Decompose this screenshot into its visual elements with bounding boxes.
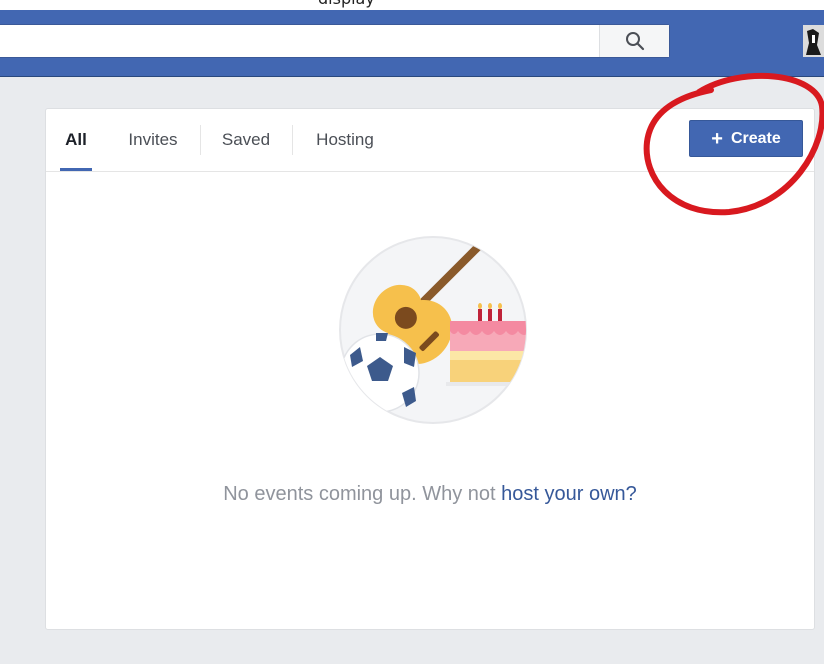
caption-text: display (318, 0, 375, 8)
search-button[interactable] (599, 25, 669, 57)
search-icon (625, 32, 644, 51)
caption-strip: display (0, 0, 824, 10)
events-tab-bar: All Invites Saved Hosting + Create (46, 109, 814, 172)
events-illustration (339, 236, 527, 424)
tab-divider (200, 125, 201, 155)
tab-hosting[interactable]: Hosting (310, 109, 380, 171)
search-input[interactable] (0, 24, 670, 58)
top-navigation-bar (0, 10, 824, 77)
soccer-ball-icon (340, 333, 420, 413)
tab-invites[interactable]: Invites (124, 109, 182, 171)
tab-label: All (65, 130, 87, 149)
create-event-button[interactable]: + Create (689, 120, 803, 157)
tab-divider (292, 125, 293, 155)
tab-label: Hosting (316, 130, 374, 149)
tab-saved[interactable]: Saved (216, 109, 276, 171)
host-your-own-link[interactable]: host your own? (501, 483, 637, 505)
plus-icon: + (711, 127, 723, 150)
create-button-label: Create (730, 129, 781, 147)
profile-avatar-icon (803, 25, 824, 57)
events-card: All Invites Saved Hosting + Create No ev… (45, 108, 815, 630)
tab-label: Invites (128, 130, 178, 149)
empty-state-message: No events coming up. Why not host your o… (46, 483, 814, 506)
empty-state-text: No events coming up. Why not (223, 483, 502, 505)
avatar[interactable] (803, 25, 824, 57)
tab-label: Saved (221, 130, 271, 149)
tab-all[interactable]: All (60, 109, 92, 171)
